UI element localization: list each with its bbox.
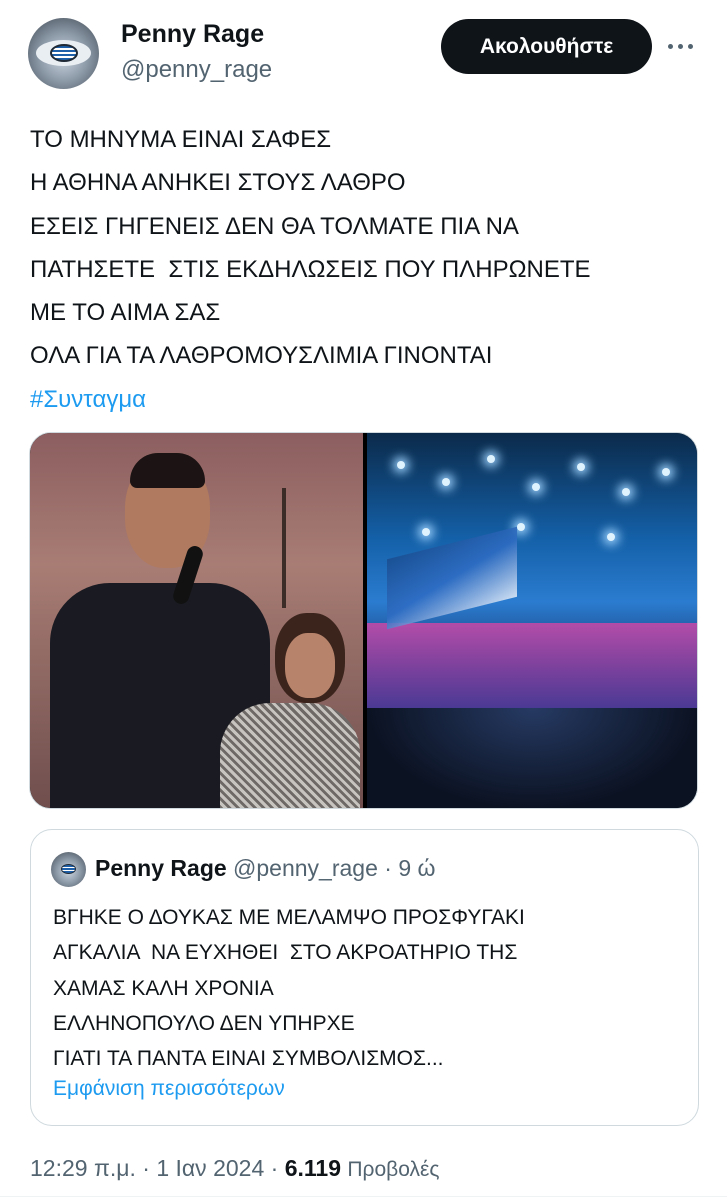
- quoted-separator: ·: [384, 855, 392, 881]
- stage-light: [662, 468, 670, 476]
- waving-flag: [387, 526, 517, 630]
- media-photo-concert[interactable]: [367, 433, 697, 808]
- views-count[interactable]: 6.119: [285, 1155, 341, 1181]
- stage-light: [487, 455, 495, 463]
- avatar-flag-iris: [61, 864, 76, 874]
- quoted-line: ΓΙΑΤΙ ΤΑ ΠΑΝΤΑ ΕΙΝΑΙ ΣΥΜΒΟΛΙΣΜΟΣ...: [53, 1047, 444, 1071]
- display-name[interactable]: Penny Rage: [121, 20, 264, 49]
- footer-separator: ·: [142, 1155, 150, 1181]
- crowd: [367, 708, 697, 808]
- tweet-line: ΟΛΑ ΓΙΑ ΤΑ ΛΑΘΡΟΜΟΥΣΛΙΜΙΑ ΓΙΝΟΝΤΑΙ: [30, 342, 493, 370]
- media-photo-speaker[interactable]: [30, 433, 363, 808]
- more-horizontal-icon[interactable]: [668, 36, 698, 56]
- stage-light: [442, 478, 450, 486]
- quoted-text: ΒΓΗΚΕ Ο ΔΟΥΚΑΣ ΜΕ ΜΕΛΑΜΨΟ ΠΡΟΣΦΥΓΑΚΙ ΑΓΚ…: [53, 900, 683, 1076]
- quoted-avatar: [51, 852, 86, 887]
- stage: [367, 623, 697, 713]
- more-dot: [678, 43, 683, 49]
- stage-light: [517, 523, 525, 531]
- divider: [0, 1196, 727, 1197]
- tweet-line: ΕΣΕΙΣ ΓΗΓΕΝΕΙΣ ΔΕΝ ΘΑ ΤΟΛΜΑΤΕ ΠΙΑ ΝΑ: [30, 212, 519, 240]
- more-dot: [688, 43, 693, 49]
- stage-light: [577, 463, 585, 471]
- tweet-header: Penny Rage @penny_rage Ακολουθήστε: [0, 0, 727, 110]
- tweet-text: ΤΟ ΜΗΝΥΜΑ ΕΙΝΑΙ ΣΑΦΕΣ Η ΑΘΗΝΑ ΑΝΗΚΕΙ ΣΤΟ…: [30, 118, 710, 421]
- views-label[interactable]: Προβολές: [347, 1158, 439, 1181]
- hashtag-link[interactable]: #Συνταγμα: [30, 378, 710, 421]
- stage-light: [532, 483, 540, 491]
- mic-stand: [282, 488, 286, 608]
- more-dot: [668, 43, 673, 49]
- quoted-meta: Penny Rage @penny_rage · 9 ώ: [95, 855, 435, 882]
- tweet-footer: 12:29 π.μ. · 1 Ιαν 2024 · 6.119 Προβολές: [30, 1155, 440, 1182]
- avatar[interactable]: [28, 18, 99, 89]
- tweet-line: ΠΑΤΗΣΕΤΕ ΣΤΙΣ ΕΚΔΗΛΩΣΕΙΣ ΠΟΥ ΠΛΗΡΩΝΕΤΕ: [30, 255, 591, 283]
- man-hair: [130, 453, 205, 488]
- girl-coat: [220, 703, 360, 808]
- media-gallery: [29, 432, 698, 809]
- quoted-tweet[interactable]: Penny Rage @penny_rage · 9 ώ ΒΓΗΚΕ Ο ΔΟΥ…: [30, 829, 699, 1126]
- stage-light: [397, 461, 405, 469]
- tweet-line: Η ΑΘΗΝΑ ΑΝΗΚΕΙ ΣΤΟΥΣ ΛΑΘΡΟ: [30, 169, 406, 197]
- tweet-line: ΤΟ ΜΗΝΥΜΑ ΕΙΝΑΙ ΣΑΦΕΣ: [30, 126, 332, 153]
- tweet-date[interactable]: 1 Ιαν 2024: [156, 1155, 264, 1181]
- quoted-time: 9 ώ: [398, 855, 436, 881]
- girl-face: [285, 633, 335, 698]
- quoted-line: ΧΑΜΑΣ ΚΑΛΗ ΧΡΟΝΙΑ: [53, 976, 274, 1000]
- quoted-line: ΕΛΛΗΝΟΠΟΥΛΟ ΔΕΝ ΥΠΗΡΧΕ: [53, 1011, 355, 1035]
- quoted-handle: @penny_rage: [233, 855, 378, 881]
- follow-button[interactable]: Ακολουθήστε: [441, 19, 652, 74]
- quoted-line: ΑΓΚΑΛΙΑ ΝΑ ΕΥΧΗΘΕΙ ΣΤΟ ΑΚΡΟΑΤΗΡΙΟ ΤΗΣ: [53, 941, 518, 965]
- quoted-line: ΒΓΗΚΕ Ο ΔΟΥΚΑΣ ΜΕ ΜΕΛΑΜΨΟ ΠΡΟΣΦΥΓΑΚΙ: [53, 906, 525, 929]
- stage-light: [607, 533, 615, 541]
- avatar-flag-iris: [50, 44, 78, 62]
- quoted-display-name: Penny Rage: [95, 855, 227, 881]
- stage-light: [422, 528, 430, 536]
- show-more-link[interactable]: Εμφάνιση περισσότερων: [53, 1077, 285, 1101]
- tweet-line: ΜΕ ΤΟ ΑΙΜΑ ΣΑΣ: [30, 299, 221, 327]
- footer-separator: ·: [270, 1155, 279, 1181]
- user-handle[interactable]: @penny_rage: [121, 56, 272, 84]
- tweet-time[interactable]: 12:29 π.μ.: [30, 1155, 136, 1181]
- stage-light: [622, 488, 630, 496]
